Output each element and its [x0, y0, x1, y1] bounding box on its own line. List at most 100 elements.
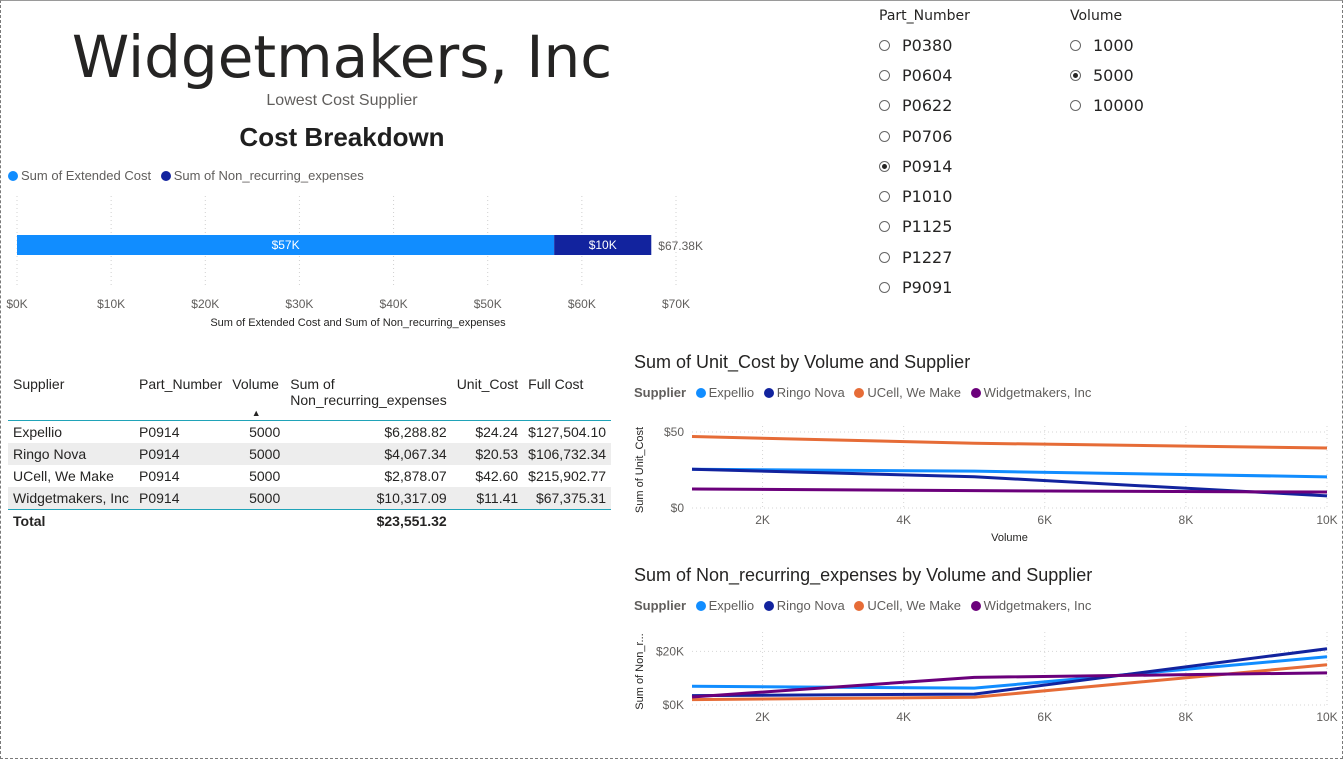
table-cell: $215,902.77	[528, 468, 607, 484]
table-cell: 5000	[249, 424, 281, 440]
part-number-option-P0604[interactable]: P0604	[879, 60, 1059, 90]
radio-button[interactable]	[1070, 100, 1081, 112]
supplier-table: Supplier Part_Number Volume ▲ Sum of Non_…	[8, 372, 612, 532]
radio-button[interactable]	[879, 100, 890, 112]
radio-button[interactable]	[879, 39, 890, 51]
slicer-header: Part_Number	[879, 8, 970, 24]
volume-option-1000[interactable]: 1000	[1070, 30, 1250, 60]
radio-button[interactable]	[879, 221, 890, 233]
col-header-full-cost[interactable]: Full Cost	[523, 372, 612, 421]
radio-button[interactable]	[1070, 69, 1081, 81]
bar-chart-legend: Sum of Extended Cost Sum of Non_recurrin…	[8, 168, 370, 183]
y-tick-label: $20K	[656, 644, 684, 658]
table-row[interactable]: Ringo Nova P0914 5000 $4,067.34 $20.53 $106,7…	[8, 443, 612, 465]
table-cell: P0914	[139, 468, 180, 484]
legend-item-ucell[interactable]: UCell, We Make	[854, 385, 961, 400]
x-tick-label: $40K	[380, 297, 408, 311]
x-tick-label: $50K	[474, 297, 502, 311]
radio-button[interactable]	[879, 69, 890, 81]
legend-label: Ringo Nova	[776, 598, 845, 613]
bar-data-label: $10K	[589, 238, 617, 252]
col-header-volume[interactable]: Volume ▲	[227, 372, 286, 421]
part-number-option-P1125[interactable]: P1125	[879, 212, 1059, 242]
part-number-option-P1227[interactable]: P1227	[879, 242, 1059, 272]
table-cell: P0914	[139, 424, 180, 440]
legend-item-widgetmakers[interactable]: Widgetmakers, Inc	[970, 385, 1092, 400]
x-tick-label: 8K	[1179, 513, 1194, 527]
legend-title: Supplier	[634, 385, 687, 400]
table-cell: P0914	[134, 443, 228, 465]
radio-button[interactable]	[879, 191, 890, 203]
radio-button[interactable]	[879, 251, 890, 263]
col-header-unit-cost[interactable]: Unit_Cost	[451, 372, 524, 421]
part-number-option-P0706[interactable]: P0706	[879, 121, 1059, 151]
x-tick-label: $70K	[662, 297, 690, 311]
y-tick-label: $0	[671, 501, 685, 515]
option-label: P1227	[902, 247, 953, 267]
table-cell: $10,317.09	[285, 487, 452, 510]
radio-button[interactable]	[1070, 39, 1081, 51]
part-number-option-P1010[interactable]: P1010	[879, 181, 1059, 211]
col-header-volume-label: Volume	[232, 376, 279, 392]
part-number-option-P0622[interactable]: P0622	[879, 91, 1059, 121]
nonrecurring-line-chart: 2K 4K 6K 8K 10K $0K $20K Sum of Non_r...	[634, 632, 1338, 724]
legend-item-ringo-nova[interactable]: Ringo Nova	[763, 385, 845, 400]
x-tick-label: $10K	[97, 297, 125, 311]
option-label: P0604	[902, 65, 953, 85]
nonrecurring-chart-title: Sum of Non_recurring_expenses by Volume …	[634, 565, 1093, 585]
table-cell: $24.24	[475, 424, 519, 440]
table-cell: $2,878.07	[384, 468, 447, 484]
x-tick-label: $60K	[568, 297, 596, 311]
radio-button[interactable]	[879, 282, 890, 294]
volume-option-5000[interactable]: 5000	[1070, 60, 1250, 90]
table-cell: $20.53	[451, 443, 524, 465]
legend-item-extended-cost[interactable]: Sum of Extended Cost	[8, 168, 151, 183]
legend-item-nonrecurring[interactable]: Sum of Non_recurring_expenses	[160, 168, 364, 183]
x-tick-label: 4K	[896, 513, 911, 527]
col-header-supplier[interactable]: Supplier	[8, 372, 134, 421]
legend-item-expellio[interactable]: Expellio	[695, 598, 754, 613]
legend-label: UCell, We Make	[867, 598, 962, 613]
table-total-row: Total $23,551.32	[8, 509, 612, 532]
table-row[interactable]: UCell, We Make P0914 5000 $2,878.07 $42.60 $2…	[8, 465, 611, 487]
col-header-part-number[interactable]: Part_Number	[134, 372, 228, 421]
legend-dot	[8, 171, 18, 181]
table-row[interactable]: Widgetmakers, Inc P0914 5000 $10,317.09 $11.…	[8, 487, 612, 510]
nonrecurring-chart-legend: Supplier Expellio Ringo Nova UCell, We M…	[634, 598, 1097, 613]
option-label: 5000	[1093, 65, 1134, 85]
legend-item-ucell[interactable]: UCell, We Make	[854, 598, 961, 613]
option-label: P0380	[902, 35, 953, 55]
volume-option-10000[interactable]: 10000	[1070, 91, 1250, 121]
radio-button[interactable]	[879, 160, 890, 172]
table-cell: 5000	[227, 443, 286, 465]
table-row[interactable]: Expellio P0914 5000 $6,288.82 $24.24 $127,504…	[8, 421, 611, 444]
legend-item-expellio[interactable]: Expellio	[695, 385, 754, 400]
x-tick-label: 2K	[755, 513, 770, 527]
part-number-option-P0914[interactable]: P0914	[879, 151, 1059, 181]
y-tick-label: $0K	[663, 698, 684, 712]
series-line-ucell-we-make[interactable]	[691, 435, 1328, 450]
bar-total-label: $67.38K	[658, 239, 703, 253]
unit-cost-chart-title: Sum of Unit_Cost by Volume and Supplier	[634, 352, 971, 372]
total-label: Total	[8, 509, 134, 532]
option-label: P0622	[902, 96, 953, 116]
table-cell: $4,067.34	[285, 443, 452, 465]
unit-cost-chart-legend: Supplier Expellio Ringo Nova UCell, We M…	[634, 385, 1097, 400]
radio-button[interactable]	[879, 130, 890, 142]
part-number-option-P0380[interactable]: P0380	[879, 30, 1059, 60]
bar-data-label: $57K	[272, 238, 300, 252]
x-tick-label: $30K	[285, 297, 313, 311]
x-tick-label: 4K	[896, 710, 911, 724]
x-tick-label: 8K	[1179, 710, 1194, 724]
option-label: 10000	[1093, 96, 1144, 116]
part-number-option-P9091[interactable]: P9091	[879, 272, 1059, 302]
legend-item-ringo-nova[interactable]: Ringo Nova	[763, 598, 845, 613]
legend-item-widgetmakers[interactable]: Widgetmakers, Inc	[970, 598, 1092, 613]
table-cell: Expellio	[13, 424, 63, 440]
legend-title: Supplier	[634, 598, 687, 613]
legend-label: Widgetmakers, Inc	[983, 598, 1092, 613]
table-cell: UCell, We Make	[13, 468, 114, 484]
legend-label: Widgetmakers, Inc	[983, 385, 1092, 400]
company-title: Widgetmakers, Inc	[71, 23, 613, 91]
col-header-nonrecurring[interactable]: Sum of Non_recurring_expenses	[285, 372, 452, 421]
